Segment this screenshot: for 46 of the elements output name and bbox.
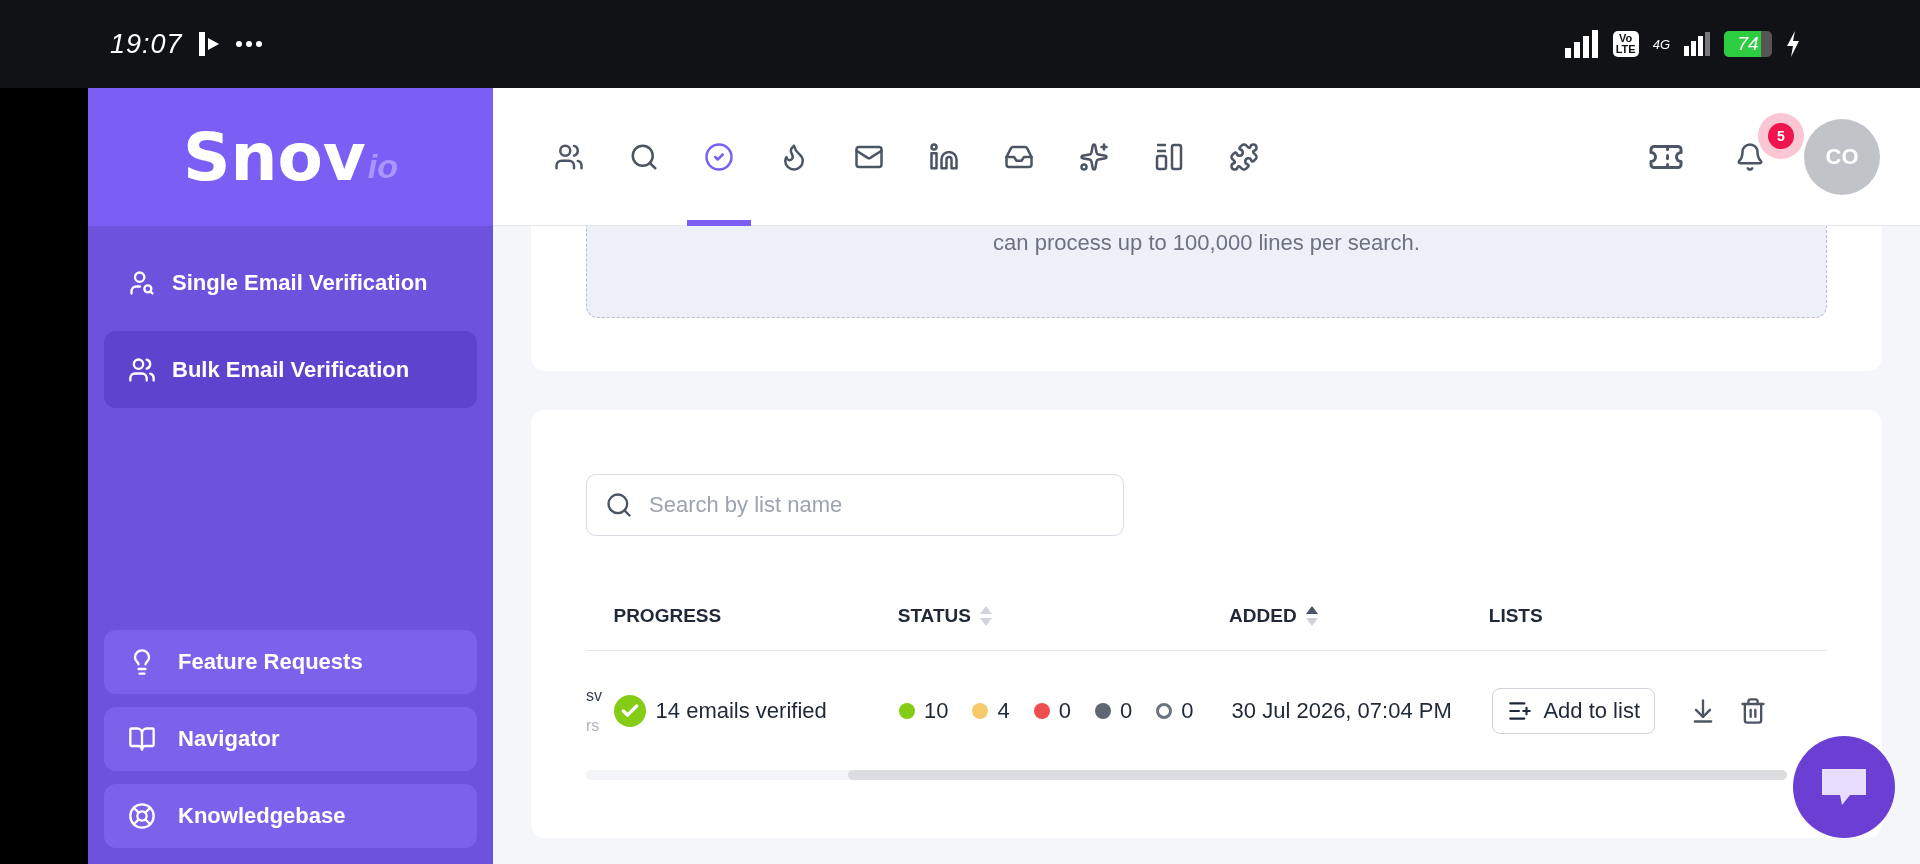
media-icon — [196, 30, 221, 58]
check-circle-icon — [703, 141, 734, 172]
table-cell-text: sv — [586, 685, 603, 706]
status-count: 0 — [1181, 697, 1194, 724]
sidebar-link[interactable]: Navigator — [104, 707, 477, 771]
status-count: 10 — [923, 697, 949, 724]
date-added: 30 Jul 2026, 07:04 PM — [1231, 697, 1452, 724]
table-cell-text: rs — [586, 715, 601, 736]
upload-hint: can process up to 100,000 lines per search. — [993, 230, 1420, 256]
sidebar-link[interactable]: Feature Requests — [104, 630, 477, 694]
charging-icon — [1786, 31, 1800, 57]
sidebar-link[interactable]: Knowledgebase — [104, 784, 477, 848]
sort-icon[interactable] — [1304, 605, 1319, 627]
battery-icon: 74 — [1724, 31, 1772, 57]
search-field[interactable]: Search by list name — [586, 474, 1124, 536]
clock: 19:07 — [110, 28, 183, 60]
columns-icon — [1153, 141, 1184, 172]
sparkles-icon — [1078, 141, 1109, 172]
drop-zone[interactable]: can process up to 100,000 lines per search. — [586, 226, 1827, 318]
bell-icon — [1735, 141, 1765, 172]
status-count: 4 — [997, 697, 1010, 724]
user-search-icon — [128, 268, 156, 297]
sidebar-item[interactable]: Bulk Email Verification — [104, 331, 477, 408]
linkedin-icon — [928, 141, 959, 172]
delete-button[interactable] — [1739, 696, 1767, 725]
column-header: LISTS — [1488, 605, 1543, 627]
trash-icon — [1739, 696, 1767, 725]
volte-badge: Vo LTE — [1612, 31, 1639, 57]
column-header: PROGRESS — [613, 605, 722, 627]
search-icon — [605, 491, 633, 519]
column-header: ADDED — [1229, 605, 1297, 627]
puzzle-icon — [1228, 141, 1259, 172]
user-list-icon — [128, 355, 156, 384]
book-icon — [128, 725, 156, 753]
status-count: 0 — [1119, 697, 1133, 724]
signal-icon — [1684, 32, 1710, 56]
add-to-list-button[interactable]: Add to list — [1492, 687, 1655, 734]
lifebuoy-icon — [128, 802, 156, 830]
network-label: 4G — [1652, 36, 1670, 52]
column-header: STATUS — [897, 605, 971, 627]
scrollbar-thumb[interactable] — [848, 770, 1787, 780]
more-icon — [234, 40, 263, 48]
status-count: 0 — [1058, 697, 1071, 724]
sidebar-item[interactable]: Single Email Verification — [104, 244, 477, 321]
signal-icon — [1564, 30, 1599, 58]
progress-text: 14 emails verified — [655, 697, 827, 724]
